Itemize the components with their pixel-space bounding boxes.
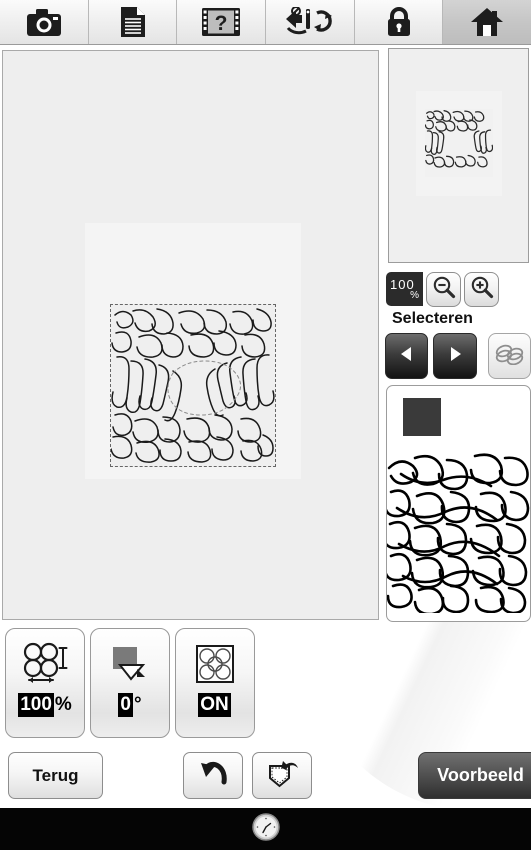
canvas-inner (3, 51, 378, 619)
svg-text:?: ? (215, 12, 228, 35)
design-option-buttons: 100% 0 ° ON (5, 628, 260, 738)
home-icon (470, 7, 504, 37)
select-previous-button[interactable] (385, 333, 429, 379)
chain-link-icon (494, 343, 524, 370)
pattern-artwork (387, 448, 530, 613)
status-bar (0, 808, 531, 850)
lock-icon (386, 7, 412, 37)
selecteren-label: Selecteren (392, 310, 473, 327)
tab-help-video[interactable]: ? (177, 0, 267, 44)
zoom-level-readout: 100 % (386, 272, 423, 306)
embroidery-work-area[interactable] (2, 50, 379, 620)
magnifier-minus-icon (432, 275, 456, 304)
clock-icon[interactable] (251, 812, 281, 847)
stipple-pattern-preview[interactable] (386, 385, 531, 622)
tab-home[interactable] (443, 0, 531, 44)
undo-button[interactable] (183, 752, 243, 799)
rotate-square-icon (107, 641, 153, 687)
undo-arrow-icon (197, 758, 229, 793)
back-button[interactable]: Terug (8, 752, 103, 799)
selected-design-pattern[interactable] (110, 304, 276, 467)
zoom-level-unit: % (410, 289, 419, 301)
select-next-button[interactable] (433, 333, 477, 379)
thread-color-swatch[interactable] (403, 398, 441, 436)
design-overview-thumbnail[interactable] (388, 48, 529, 263)
four-circles-size-icon (21, 641, 69, 687)
pattern-toggle-button[interactable]: ON (175, 628, 255, 738)
rotation-unit: ° (133, 694, 142, 715)
top-tab-bar: ? (0, 0, 531, 45)
zoom-level-value: 100 (390, 276, 415, 292)
size-button[interactable]: 100% (5, 628, 85, 738)
size-value: 100 (18, 693, 54, 717)
pocket-save-icon (265, 758, 299, 793)
size-unit: % (54, 694, 72, 715)
stipple-pattern-art (111, 305, 275, 466)
zoom-out-button[interactable] (426, 271, 461, 307)
needle-thread-icon (284, 7, 336, 37)
zoom-controls: 100 % (386, 270, 531, 308)
triangle-left-icon (398, 345, 416, 368)
save-to-pocket-button[interactable] (252, 752, 312, 799)
triangle-right-icon (446, 345, 464, 368)
tab-camera[interactable] (0, 0, 89, 44)
film-question-icon: ? (202, 8, 241, 36)
magnifier-plus-icon (470, 275, 494, 304)
rotation-value: 0 (118, 693, 133, 717)
zoom-in-button[interactable] (464, 271, 499, 307)
preview-button[interactable]: Voorbeeld (418, 752, 531, 799)
app-root: ? 100 % Selecteren 100 % 0 ° ON Terug Vo… (0, 0, 531, 850)
pattern-toggle-value-display: ON (198, 693, 232, 717)
size-value-display: 100% (18, 693, 72, 717)
camera-icon (26, 8, 61, 36)
tab-document[interactable] (88, 0, 178, 44)
rotation-value-display: 0 ° (118, 693, 142, 717)
rotation-button[interactable]: 0 ° (90, 628, 170, 738)
selection-navigation (385, 332, 531, 380)
pattern-toggle-value: ON (198, 693, 231, 717)
thumbnail-design (425, 109, 493, 177)
group-link-button[interactable] (487, 333, 531, 379)
document-icon (120, 7, 145, 37)
grid-circles-icon (194, 641, 236, 687)
tab-needle-thread[interactable] (266, 0, 355, 44)
tab-lock[interactable] (354, 0, 444, 44)
